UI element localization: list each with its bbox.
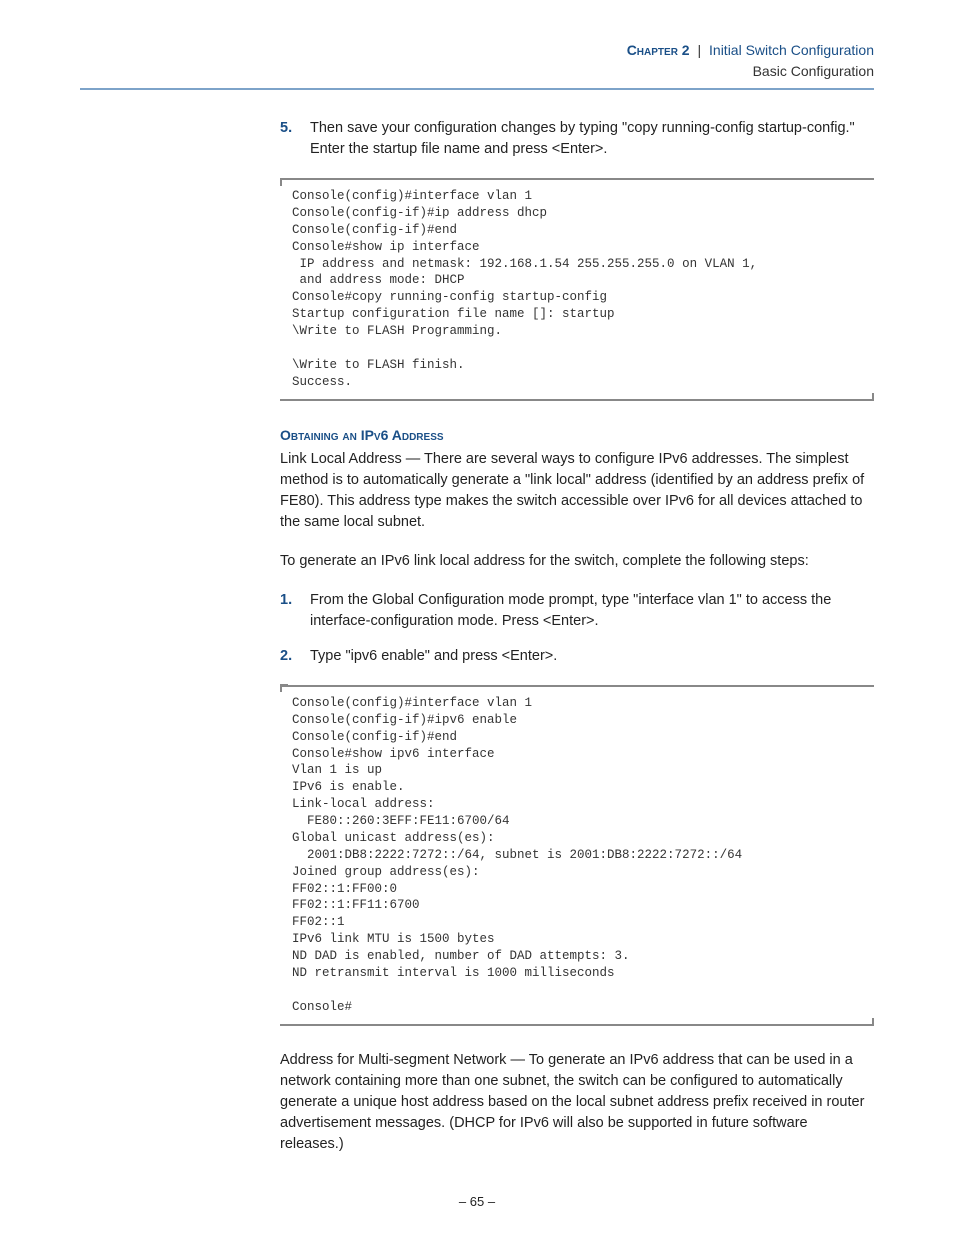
- header-line-1: Chapter 2 | Initial Switch Configuration: [80, 40, 874, 61]
- code-block-1: Console(config)#interface vlan 1 Console…: [280, 178, 874, 401]
- chapter-title: Initial Switch Configuration: [709, 42, 874, 58]
- step-text: Type "ipv6 enable" and press <Enter>.: [310, 648, 557, 664]
- step-b2: 2. Type "ipv6 enable" and press <Enter>.: [280, 646, 874, 667]
- para-link-local: Link Local Address — There are several w…: [280, 449, 874, 533]
- step-list-a: 5. Then save your configuration changes …: [280, 118, 874, 160]
- page: Chapter 2 | Initial Switch Configuration…: [0, 0, 954, 1235]
- step-number: 5.: [280, 118, 292, 139]
- content-area: 5. Then save your configuration changes …: [280, 118, 874, 1155]
- para-steps-intro: To generate an IPv6 link local address f…: [280, 551, 874, 572]
- step-b1: 1. From the Global Configuration mode pr…: [280, 590, 874, 632]
- step-text: From the Global Configuration mode promp…: [310, 592, 831, 629]
- header-subtitle: Basic Configuration: [80, 61, 874, 82]
- step-list-b: 1. From the Global Configuration mode pr…: [280, 590, 874, 667]
- step-number: 2.: [280, 646, 292, 667]
- code-block-2: Console(config)#interface vlan 1 Console…: [280, 685, 874, 1026]
- page-header: Chapter 2 | Initial Switch Configuration…: [80, 40, 874, 82]
- section-heading-ipv6: Obtaining an IPv6 Address: [280, 425, 874, 445]
- step-text: Then save your configuration changes by …: [310, 120, 855, 157]
- header-rule: [80, 88, 874, 90]
- para-multi-segment: Address for Multi-segment Network — To g…: [280, 1050, 874, 1155]
- header-separator: |: [697, 42, 701, 58]
- chapter-label: Chapter 2: [627, 42, 690, 58]
- page-footer: – 65 –: [0, 1194, 954, 1209]
- step-5: 5. Then save your configuration changes …: [280, 118, 874, 160]
- step-number: 1.: [280, 590, 292, 611]
